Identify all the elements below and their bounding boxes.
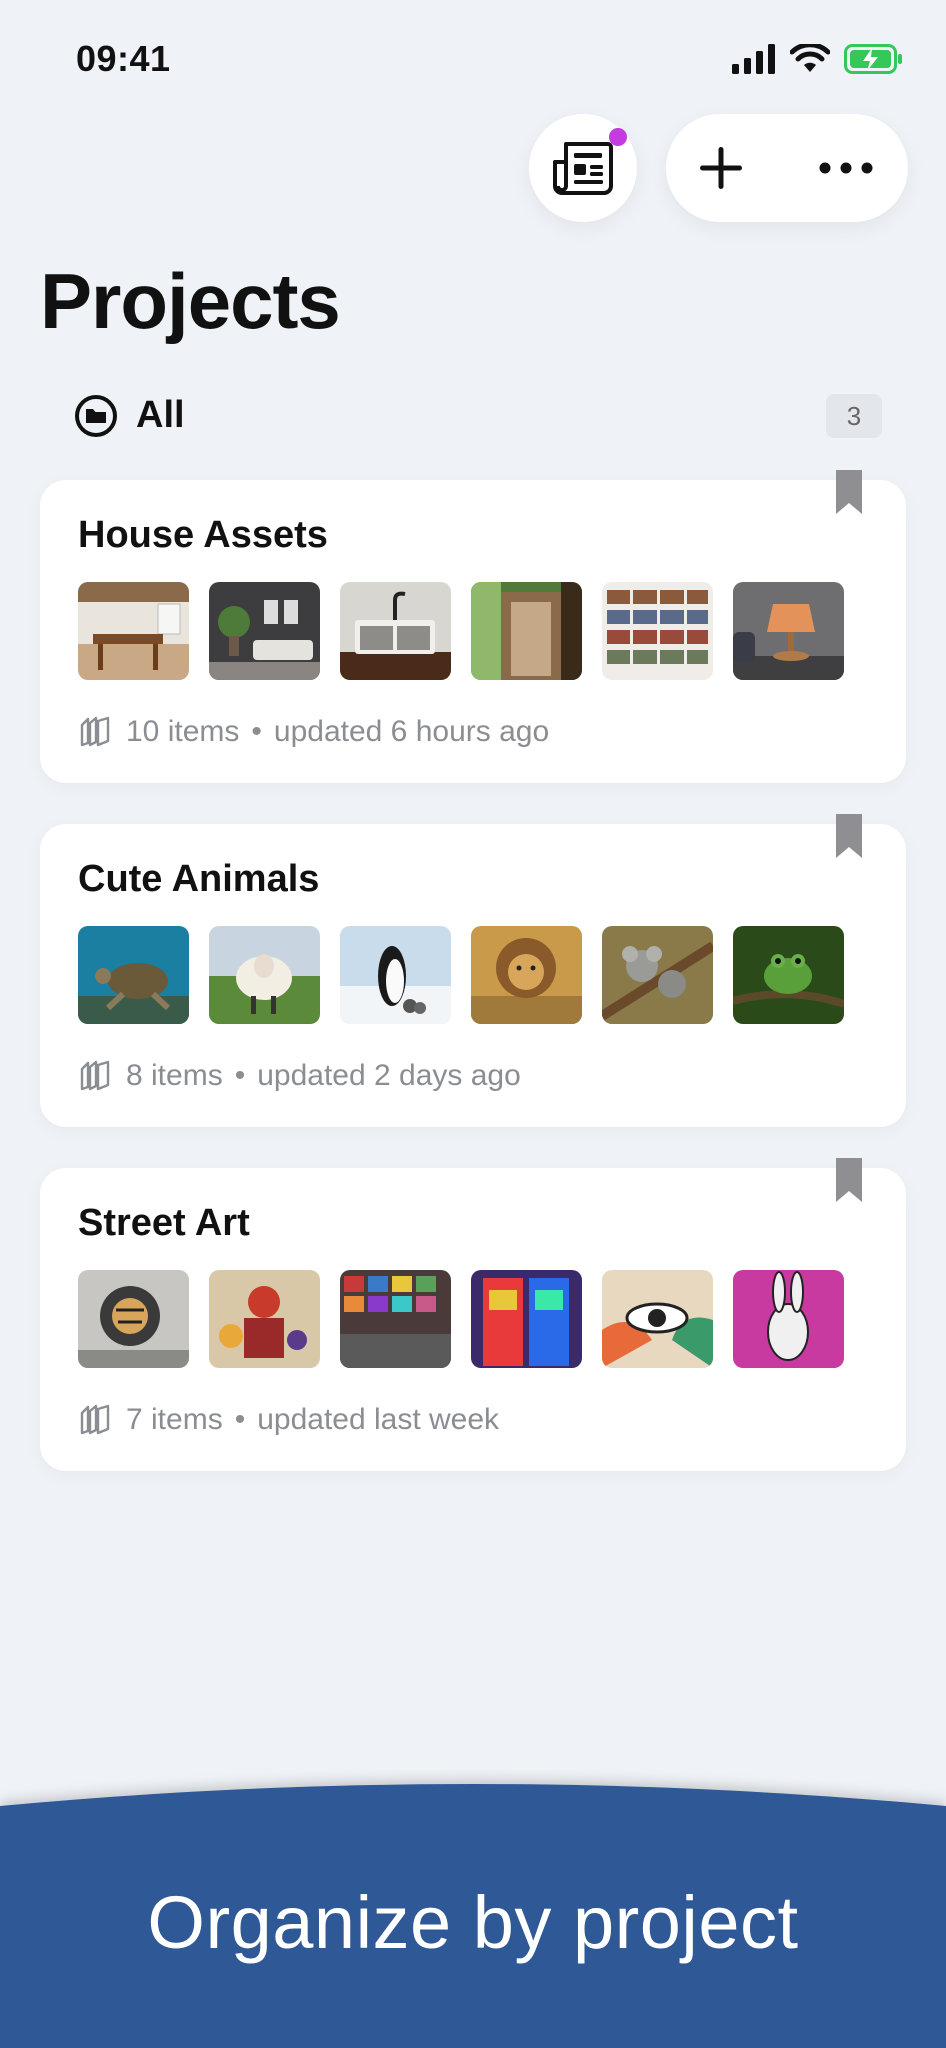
add-icon[interactable] [696,143,746,193]
cellular-signal-icon [732,44,775,74]
notification-dot [609,128,627,146]
item-count: 7 items [126,1403,223,1436]
page-title: Projects [40,257,341,345]
thumbnail-wall-collage[interactable] [340,1270,451,1368]
thumbnail-eye-mural[interactable] [602,1270,713,1368]
thumbnail-kitchen-sink[interactable] [340,582,451,680]
thumbnail-sheep[interactable] [209,926,320,1024]
more-options-icon[interactable] [818,158,874,178]
project-card-house-assets[interactable]: House Assets 10 items • updated 6 hours … [40,470,906,783]
project-card-cute-animals[interactable]: Cute Animals 8 items • updated 2 days ag… [40,814,906,1127]
thumbnail-tiger-mural[interactable] [78,1270,189,1368]
status-time: 09:41 [76,38,171,79]
project-title: Cute Animals [78,858,320,900]
bookmark-icon[interactable] [834,1158,864,1204]
project-meta: 7 items • updated last week [78,1400,499,1440]
updated-time: updated last week [257,1403,500,1436]
filter-label: All [136,394,185,436]
top-actions [0,114,946,224]
status-bar: 09:41 [0,0,946,120]
action-pill [666,114,908,222]
newspaper-icon [553,142,613,195]
stack-icon [80,716,110,747]
project-count-badge: 3 [826,394,882,438]
project-card-street-art[interactable]: Street Art 7 items • updated last week [40,1158,906,1471]
thumbnail-rabbit-mural[interactable] [733,1270,844,1368]
thumbnail-strip [78,582,844,680]
status-icons [732,42,904,76]
meta-separator: • [234,1059,246,1092]
thumbnail-colorful-door[interactable] [471,1270,582,1368]
project-title: Street Art [78,1202,250,1244]
news-button[interactable] [529,114,637,222]
wifi-icon [790,44,830,72]
folder-icon [75,395,117,437]
thumbnail-bookshelf[interactable] [602,582,713,680]
meta-separator: • [234,1403,246,1436]
updated-time: updated 2 days ago [257,1059,521,1092]
thumbnail-living-room[interactable] [209,582,320,680]
project-meta: 8 items • updated 2 days ago [78,1056,521,1096]
thumbnail-strip [78,926,844,1024]
stack-icon [80,1060,110,1091]
thumbnail-penguins[interactable] [340,926,451,1024]
thumbnail-forest-door[interactable] [471,582,582,680]
thumbnail-table-lamp[interactable] [733,582,844,680]
thumbnail-koalas[interactable] [602,926,713,1024]
promo-banner: Organize by project [0,1770,946,2048]
project-title: House Assets [78,514,328,556]
battery-charging-icon [844,44,902,74]
meta-separator: • [251,715,262,748]
item-count: 8 items [126,1059,223,1092]
thumbnail-lion[interactable] [471,926,582,1024]
thumbnail-figure-mural[interactable] [209,1270,320,1368]
thumbnail-strip [78,1270,844,1368]
updated-time: updated 6 hours ago [273,715,550,748]
project-meta: 10 items • updated 6 hours ago [78,712,549,752]
banner-text: Organize by project [147,1881,799,1964]
thumbnail-dining-room[interactable] [78,582,189,680]
filter-all[interactable]: All 3 [74,388,882,444]
stack-icon [80,1404,110,1435]
bookmark-icon[interactable] [834,814,864,860]
item-count: 10 items [126,715,240,748]
thumbnail-frog[interactable] [733,926,844,1024]
thumbnail-sea-turtle[interactable] [78,926,189,1024]
bookmark-icon[interactable] [834,470,864,516]
